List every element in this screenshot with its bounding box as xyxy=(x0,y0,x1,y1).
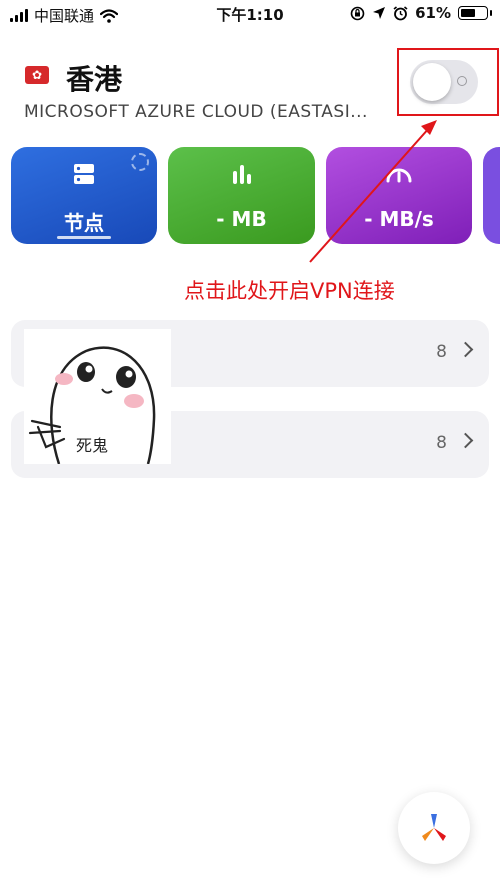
battery-percent: 61% xyxy=(415,4,451,22)
rotation-lock-icon xyxy=(350,6,365,20)
group-count: 8 xyxy=(436,433,447,453)
app-menu-button[interactable] xyxy=(398,792,470,864)
annotation-highlight-box xyxy=(397,48,499,116)
speed-value: - MB/s xyxy=(364,207,434,231)
group-count: 8 xyxy=(436,342,447,362)
partial-card[interactable] xyxy=(483,147,500,244)
traffic-card[interactable]: - MB xyxy=(168,147,315,244)
speed-card[interactable]: - MB/s xyxy=(326,147,472,244)
chevron-right-icon xyxy=(457,432,474,449)
app-logo-icon xyxy=(422,814,446,841)
chevron-right-icon xyxy=(457,341,474,358)
sticker-caption: 死鬼 xyxy=(76,436,109,455)
alarm-icon xyxy=(393,5,408,20)
traffic-bars-icon xyxy=(232,165,251,184)
meme-sticker: 死鬼 xyxy=(24,329,171,465)
location-title: 香港 xyxy=(66,63,123,96)
speedometer-icon xyxy=(386,168,412,183)
traffic-value: - MB xyxy=(216,207,267,231)
status-right: 61% xyxy=(350,4,492,22)
nodes-label: 节点 xyxy=(64,211,104,235)
hong-kong-flag-icon: ✿ xyxy=(25,66,49,84)
annotation-text: 点击此处开启VPN连接 xyxy=(184,279,395,303)
location-icon xyxy=(373,7,386,19)
battery-icon xyxy=(458,6,492,20)
flag-glyph: ✿ xyxy=(31,68,43,82)
server-name: MICROSOFT AZURE CLOUD (EASTASI... xyxy=(24,102,368,122)
nodes-card[interactable]: 节点 xyxy=(11,147,157,244)
status-bar: 中国联通 下午1:10 61% xyxy=(0,0,500,28)
server-icon xyxy=(74,164,94,184)
selected-underline xyxy=(57,236,111,239)
